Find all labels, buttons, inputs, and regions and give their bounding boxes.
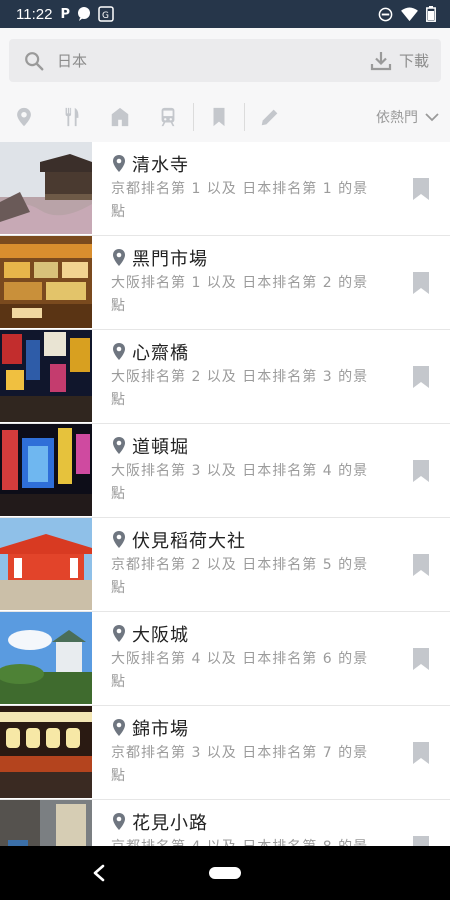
place-subtitle: 大阪排名第 2 以及 日本排名第 3 的景點: [111, 369, 369, 408]
chat-icon: [77, 7, 90, 21]
location-pin-icon: [17, 107, 31, 127]
location-pin-icon: [113, 531, 125, 548]
place-subtitle: 京都排名第 3 以及 日本排名第 7 的景點: [111, 745, 369, 784]
battery-icon: [426, 6, 436, 22]
bookmark-icon[interactable]: [412, 178, 430, 200]
list-item[interactable]: 大阪城 大阪排名第 4 以及 日本排名第 6 的景點: [0, 612, 450, 706]
system-nav-bar: [0, 846, 450, 900]
chevron-down-icon: [425, 113, 439, 122]
place-subtitle: 京都排名第 1 以及 日本排名第 1 的景點: [111, 181, 369, 220]
home-pill-button[interactable]: [209, 867, 241, 879]
edit-icon: [261, 109, 278, 126]
bookmark-icon[interactable]: [412, 460, 430, 482]
place-title: 大阪城: [132, 625, 189, 646]
place-subtitle: 大阪排名第 1 以及 日本排名第 2 的景點: [111, 275, 369, 314]
filter-restaurant-button[interactable]: [48, 97, 96, 137]
download-label: 下載: [398, 52, 429, 70]
place-title: 伏見稻荷大社: [132, 531, 246, 552]
list-item[interactable]: 花見小路 京都排名第 4 以及 日本排名第 8 的景點: [0, 800, 450, 846]
list-item[interactable]: 道頓堀 大阪排名第 3 以及 日本排名第 4 的景點: [0, 424, 450, 518]
header: 日本 下載 依熱門: [0, 28, 450, 142]
place-thumbnail: [0, 142, 92, 234]
location-pin-icon: [113, 249, 125, 266]
place-title: 道頓堀: [132, 437, 189, 458]
filter-edit-button[interactable]: [246, 97, 294, 137]
place-title: 清水寺: [132, 155, 189, 176]
place-list: 清水寺 京都排名第 1 以及 日本排名第 1 的景點 黑門市場 大阪排名第 1 …: [0, 142, 450, 846]
filter-bookmark-button[interactable]: [195, 97, 243, 137]
place-thumbnail: [0, 706, 92, 798]
place-thumbnail: [0, 800, 92, 846]
bookmark-icon[interactable]: [412, 836, 430, 846]
bookmark-icon[interactable]: [412, 272, 430, 294]
search-bar[interactable]: 日本 下載: [9, 39, 441, 82]
bookmark-icon[interactable]: [412, 742, 430, 764]
bookmark-icon[interactable]: [412, 366, 430, 388]
sort-label: 依熱門: [376, 110, 418, 126]
place-thumbnail: [0, 424, 92, 516]
search-input[interactable]: 日本: [57, 50, 369, 71]
download-icon: [370, 51, 392, 70]
filter-divider: [193, 103, 194, 131]
location-pin-icon: [113, 155, 125, 172]
bookmark-icon[interactable]: [412, 648, 430, 670]
filter-train-button[interactable]: [144, 97, 192, 137]
place-title: 錦市場: [132, 719, 189, 740]
download-button[interactable]: 下載: [369, 49, 429, 73]
svg-text:G: G: [102, 11, 109, 21]
place-title: 黑門市場: [132, 249, 208, 270]
location-pin-icon: [113, 343, 125, 360]
bookmark-icon[interactable]: [412, 554, 430, 576]
list-item[interactable]: 伏見稻荷大社 京都排名第 2 以及 日本排名第 5 的景點: [0, 518, 450, 612]
status-time: 11:22: [16, 5, 53, 23]
list-item[interactable]: 清水寺 京都排名第 1 以及 日本排名第 1 的景點: [0, 142, 450, 236]
place-title: 花見小路: [132, 813, 208, 834]
search-icon: [25, 51, 44, 70]
wifi-icon: [401, 6, 418, 21]
filter-location-button[interactable]: [0, 97, 48, 137]
place-subtitle: 大阪排名第 3 以及 日本排名第 4 的景點: [111, 463, 369, 502]
list-item[interactable]: 心齋橋 大阪排名第 2 以及 日本排名第 3 的景點: [0, 330, 450, 424]
filter-bar: 依熱門: [0, 92, 450, 142]
sort-dropdown[interactable]: 依熱門: [376, 107, 440, 127]
restaurant-icon: [65, 107, 79, 127]
parking-app-icon: P: [60, 6, 70, 22]
location-pin-icon: [113, 719, 125, 736]
place-thumbnail: [0, 612, 92, 704]
place-subtitle: 京都排名第 2 以及 日本排名第 5 的景點: [111, 557, 369, 596]
dnd-icon: [378, 7, 393, 21]
list-item[interactable]: 黑門市場 大阪排名第 1 以及 日本排名第 2 的景點: [0, 236, 450, 330]
place-title: 心齋橋: [132, 343, 189, 364]
place-thumbnail: [0, 236, 92, 328]
back-icon[interactable]: [92, 864, 106, 882]
filter-home-button[interactable]: [96, 97, 144, 137]
place-thumbnail: [0, 330, 92, 422]
home-icon: [111, 107, 129, 127]
place-thumbnail: [0, 518, 92, 610]
translate-icon: G: [98, 6, 114, 22]
train-icon: [161, 107, 175, 127]
location-pin-icon: [113, 813, 125, 830]
filter-divider: [244, 103, 245, 131]
status-bar: 11:22 P G: [0, 0, 450, 28]
place-subtitle: 大阪排名第 4 以及 日本排名第 6 的景點: [111, 651, 369, 690]
list-item[interactable]: 錦市場 京都排名第 3 以及 日本排名第 7 的景點: [0, 706, 450, 800]
bookmark-icon: [213, 107, 225, 127]
place-subtitle: 京都排名第 4 以及 日本排名第 8 的景點: [111, 836, 376, 846]
location-pin-icon: [113, 437, 125, 454]
location-pin-icon: [113, 625, 125, 642]
